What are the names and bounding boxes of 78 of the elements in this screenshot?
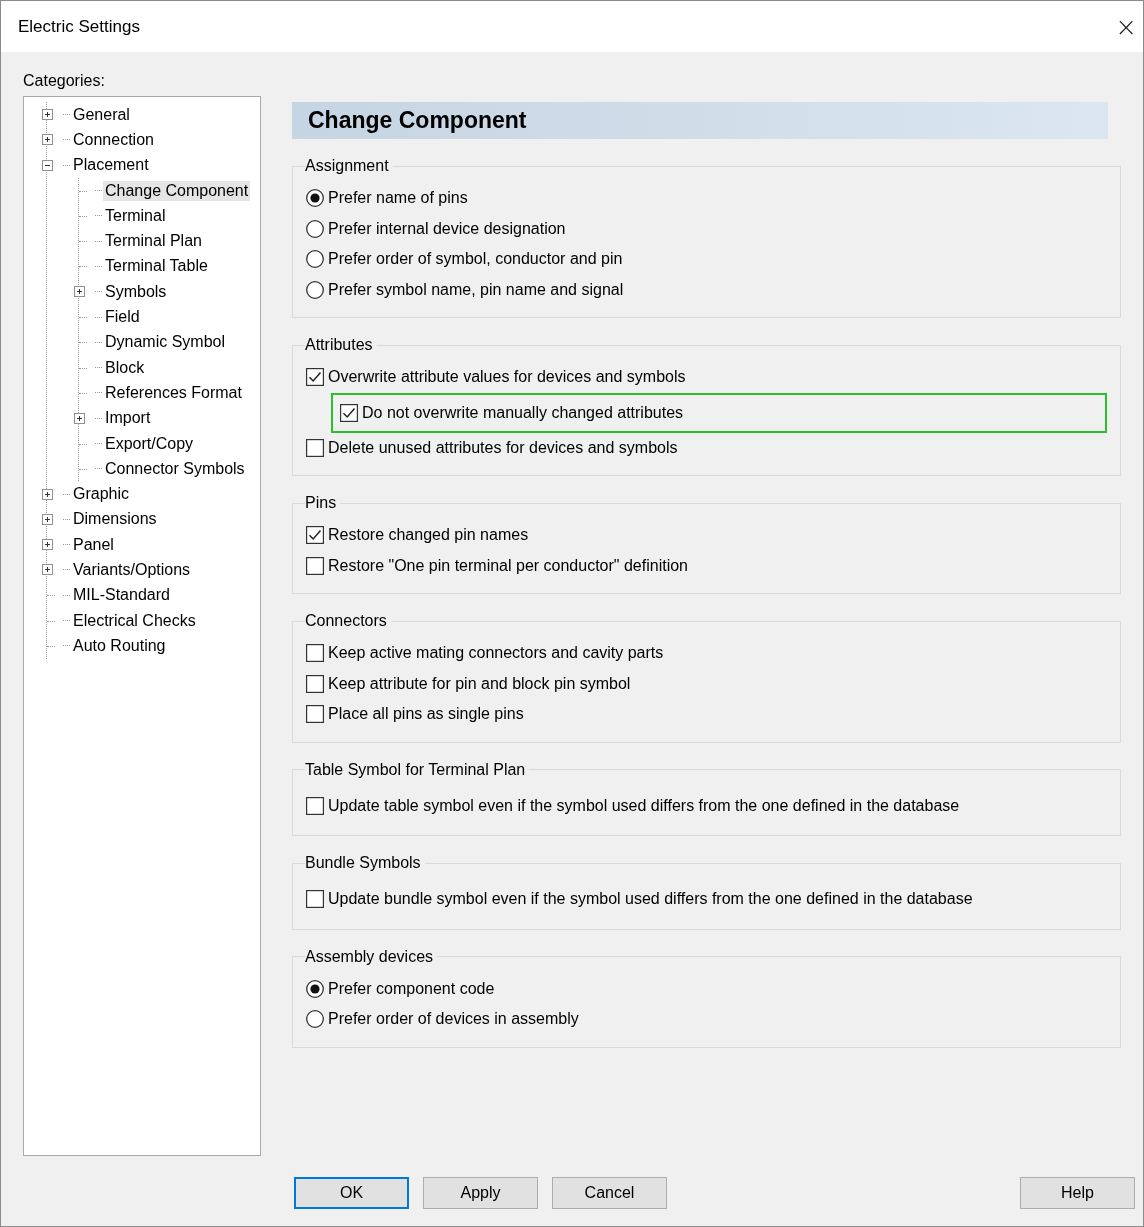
tree-item[interactable]: Block	[103, 357, 147, 378]
dialog-button[interactable]: Apply	[423, 1177, 538, 1209]
option-label: Update bundle symbol even if the symbol used differs from the one defined in the database	[328, 890, 973, 909]
option-label: Prefer name of pins	[328, 189, 468, 208]
option-label: Update table symbol even if the symbol used differs from the one defined in the database	[328, 796, 960, 815]
tree-item[interactable]: Placement	[71, 155, 151, 176]
tree-item[interactable]: Terminal Plan	[103, 231, 204, 252]
group-title: Table Symbol for Terminal Plan	[305, 760, 527, 779]
tree-item[interactable]: Field	[103, 307, 142, 327]
group-title: Assignment	[305, 157, 390, 175]
checkbox[interactable]	[306, 526, 324, 545]
tree-item[interactable]: Terminal Table	[103, 256, 210, 277]
radio-button[interactable]	[306, 250, 324, 269]
dialog-button[interactable]: OK	[294, 1177, 409, 1209]
option-label: Prefer internal device designation	[328, 219, 566, 238]
tree-item[interactable]: Symbols	[103, 281, 169, 302]
option-label: Prefer order of symbol, conductor and pin	[328, 250, 623, 269]
option-label: Overwrite attribute values for devices and symbols	[328, 368, 686, 387]
option-label: Restore "One pin terminal per conductor" definition	[328, 556, 688, 575]
checkbox[interactable]	[306, 796, 324, 815]
option-label: Restore changed pin names	[328, 526, 529, 545]
dialog-button[interactable]: Cancel	[552, 1177, 667, 1209]
group-title: Attributes	[305, 336, 374, 354]
option-label: Place all pins as single pins	[328, 705, 524, 724]
categories-label: Categories:	[23, 72, 105, 90]
option-label: Prefer symbol name, pin name and signal	[328, 280, 624, 299]
radio-button[interactable]	[306, 280, 324, 299]
page-title: Change Component	[292, 102, 1108, 139]
radio-button[interactable]	[306, 1010, 324, 1029]
tree-item[interactable]: Auto Routing	[71, 635, 168, 656]
radio-button[interactable]	[306, 219, 324, 238]
expand-icon[interactable]	[41, 134, 53, 146]
group-title: Pins	[305, 494, 338, 512]
tree-item[interactable]: Export/Copy	[103, 433, 196, 454]
checkbox[interactable]	[306, 438, 324, 457]
expand-icon[interactable]	[73, 286, 85, 298]
tree-item[interactable]: Electrical Checks	[71, 610, 198, 631]
expand-icon[interactable]	[41, 488, 53, 500]
checkbox[interactable]	[340, 403, 358, 422]
option-label: Keep active mating connectors and cavity parts	[328, 644, 664, 663]
tree-item[interactable]: MIL-Standard	[71, 585, 172, 606]
checkbox[interactable]	[306, 368, 324, 387]
tree-item[interactable]: Import	[103, 408, 153, 429]
tree-item[interactable]: Variants/Options	[71, 560, 193, 580]
expand-icon[interactable]	[41, 564, 53, 576]
dialog-button[interactable]: Help	[1020, 1177, 1135, 1209]
option-label: Prefer component code	[328, 979, 495, 998]
tree-item[interactable]: Graphic	[71, 484, 132, 505]
expand-icon[interactable]	[73, 412, 85, 424]
checkbox[interactable]	[306, 705, 324, 724]
checkbox[interactable]	[306, 674, 324, 693]
group-title: Assembly devices	[305, 947, 435, 966]
group-title: Bundle Symbols	[305, 854, 422, 872]
option-label: Do not overwrite manually changed attributes	[362, 403, 684, 422]
radio-button[interactable]	[306, 189, 324, 208]
checkbox[interactable]	[306, 890, 324, 909]
option-label: Delete unused attributes for devices and symbols	[328, 438, 678, 457]
tree-item[interactable]: General	[71, 104, 132, 125]
radio-button[interactable]	[306, 979, 324, 998]
group-title: Connectors	[305, 612, 388, 630]
tree-item[interactable]: Panel	[71, 534, 116, 555]
tree-item[interactable]: Dynamic Symbol	[103, 332, 228, 353]
checkbox[interactable]	[306, 556, 324, 575]
expand-icon[interactable]	[41, 539, 53, 551]
tree-item[interactable]: References Format	[103, 382, 244, 403]
window-title: Electric Settings	[18, 16, 140, 37]
checkbox[interactable]	[306, 644, 324, 663]
expand-icon[interactable]	[41, 513, 53, 525]
tree-item[interactable]: Connection	[71, 129, 156, 150]
option-label: Keep attribute for pin and block pin symbol	[328, 674, 631, 693]
expand-icon[interactable]	[41, 109, 53, 121]
tree-item[interactable]: Change Component	[103, 180, 251, 201]
tree-item[interactable]: Connector Symbols	[103, 458, 247, 479]
tree-item[interactable]: Dimensions	[71, 509, 159, 530]
collapse-icon[interactable]	[41, 159, 53, 171]
option-label: Prefer order of devices in assembly	[328, 1010, 579, 1029]
tree-item[interactable]: Terminal	[103, 205, 168, 226]
close-button[interactable]: ×	[1111, 13, 1141, 40]
